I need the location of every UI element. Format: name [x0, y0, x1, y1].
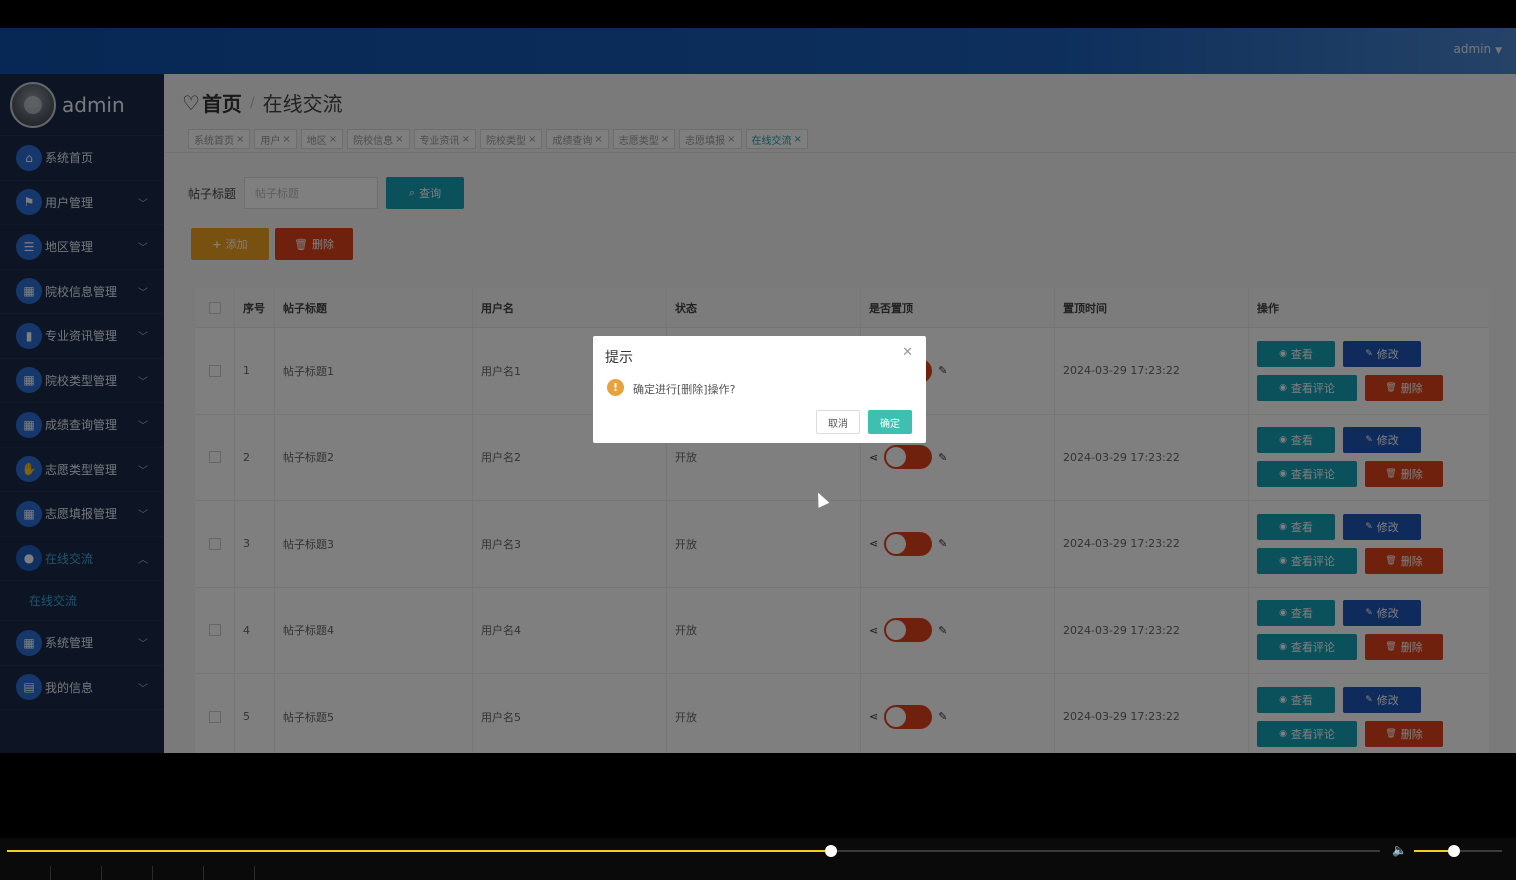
- seek-handle[interactable]: [824, 845, 837, 857]
- app-window: admin▼ admin ⌂系统首页⚑用户管理﹀☰地区管理﹀▦院校信息管理﹀▮专…: [0, 28, 1516, 753]
- control-slot: [204, 866, 255, 880]
- screen: admin▼ admin ⌂系统首页⚑用户管理﹀☰地区管理﹀▦院校信息管理﹀▮专…: [0, 0, 1516, 880]
- volume-slider[interactable]: [1414, 845, 1502, 857]
- warning-icon: !: [607, 379, 624, 396]
- player-controls-strip: [0, 866, 1516, 880]
- seek-progress: [7, 850, 831, 852]
- video-player-bar: 🔈: [0, 838, 1516, 880]
- dialog-message: 确定进行[删除]操作?: [633, 383, 736, 396]
- seek-bar[interactable]: [7, 845, 1380, 857]
- control-slot: [153, 866, 204, 880]
- dialog-title: 提示: [605, 350, 633, 366]
- control-slot: [0, 866, 51, 880]
- confirm-dialog: 提示 ✕ ! 确定进行[删除]操作? 取消 确定: [593, 336, 926, 443]
- control-slot: [102, 866, 153, 880]
- cancel-button[interactable]: 取消: [816, 410, 860, 434]
- volume-handle[interactable]: [1447, 845, 1460, 857]
- confirm-button[interactable]: 确定: [868, 410, 912, 434]
- control-slot: [51, 866, 102, 880]
- close-icon[interactable]: ✕: [902, 345, 913, 360]
- volume-icon[interactable]: 🔈: [1392, 843, 1407, 857]
